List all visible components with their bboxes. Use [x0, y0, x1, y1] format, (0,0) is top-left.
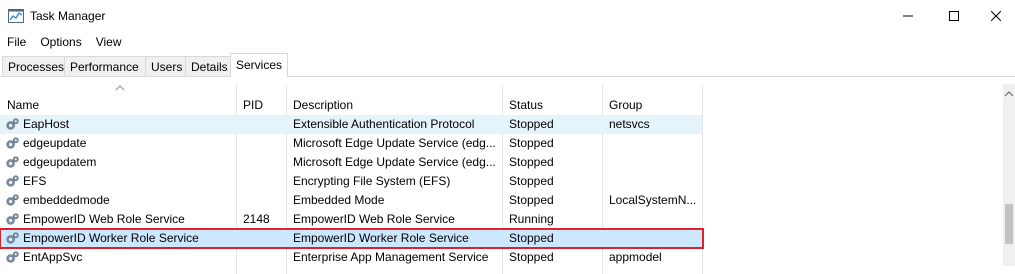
- tab-users[interactable]: Users: [145, 56, 186, 76]
- table-row-selected[interactable]: EmpowerID Worker Role Service EmpowerID …: [0, 228, 704, 249]
- service-status: Stopped: [509, 155, 554, 169]
- service-description: Embedded Mode: [293, 193, 385, 207]
- gear-icon: [6, 175, 19, 187]
- service-status: Running: [509, 212, 554, 226]
- service-status: Stopped: [509, 117, 554, 131]
- service-name: EntAppSvc: [23, 250, 83, 264]
- tab-performance[interactable]: Performance: [64, 56, 146, 76]
- service-pid: [243, 191, 285, 210]
- service-description: Microsoft Edge Update Service (edg...: [293, 136, 496, 150]
- window-title: Task Manager: [30, 9, 106, 23]
- service-description: Enterprise App Management Service: [293, 250, 489, 264]
- service-group: appmodel: [609, 250, 662, 264]
- table-row[interactable]: EFS Encrypting File System (EFS) Stopped: [0, 172, 702, 191]
- service-pid: [243, 248, 285, 267]
- menu-view[interactable]: View: [89, 33, 129, 51]
- scrollbar-thumb[interactable]: [1005, 204, 1013, 244]
- vertical-scrollbar[interactable]: [1003, 84, 1015, 266]
- service-group: [609, 210, 699, 229]
- service-pid: [243, 115, 285, 134]
- tab-processes[interactable]: Processes: [2, 56, 65, 76]
- service-name: EmpowerID Worker Role Service: [23, 231, 199, 245]
- service-pid: [243, 134, 285, 153]
- service-pid: 2148: [243, 212, 270, 226]
- menu-options[interactable]: Options: [33, 33, 88, 51]
- menu-bar: File Options View: [0, 33, 129, 51]
- service-status: Stopped: [509, 250, 554, 264]
- gear-icon: [6, 213, 19, 225]
- menu-file[interactable]: File: [0, 33, 33, 51]
- services-list: Name PID Description Status Group EapHos…: [0, 84, 1003, 274]
- table-row[interactable]: EntAppSvc Enterprise App Management Serv…: [0, 248, 702, 267]
- service-pid: [243, 229, 285, 248]
- task-manager-icon: [8, 9, 24, 23]
- service-name: embeddedmode: [23, 193, 110, 207]
- table-row[interactable]: edgeupdate Microsoft Edge Update Service…: [0, 134, 702, 153]
- table-row[interactable]: EapHost Extensible Authentication Protoc…: [0, 115, 702, 134]
- title-bar: Task Manager: [0, 0, 1015, 32]
- service-description: Extensible Authentication Protocol: [293, 117, 475, 131]
- service-name: EFS: [23, 174, 47, 188]
- service-group: netsvcs: [609, 117, 650, 131]
- gear-icon: [6, 232, 19, 244]
- service-description: EmpowerID Worker Role Service: [293, 231, 469, 245]
- gear-icon: [6, 251, 19, 263]
- maximize-button[interactable]: [931, 0, 977, 32]
- service-description: Microsoft Edge Update Service (edg...: [293, 155, 496, 169]
- tab-services[interactable]: Services: [230, 53, 288, 77]
- service-status: Stopped: [509, 231, 554, 245]
- service-name: edgeupdate: [23, 136, 87, 150]
- service-group: LocalSystemN...: [609, 193, 697, 207]
- service-group: [609, 153, 699, 172]
- gear-icon: [6, 118, 19, 130]
- service-name: edgeupdatem: [23, 155, 97, 169]
- service-description: Encrypting File System (EFS): [293, 174, 451, 188]
- table-row[interactable]: edgeupdatem Microsoft Edge Update Servic…: [0, 153, 702, 172]
- minimize-icon: [903, 15, 913, 17]
- service-pid: [243, 172, 285, 191]
- close-button[interactable]: [977, 0, 1015, 32]
- service-pid: [243, 153, 285, 172]
- maximize-icon: [949, 11, 959, 21]
- gear-icon: [6, 156, 19, 168]
- service-group: [609, 172, 699, 191]
- table-row[interactable]: EmpowerID Web Role Service 2148 EmpowerI…: [0, 210, 702, 229]
- service-status: Stopped: [509, 193, 554, 207]
- service-name: EmpowerID Web Role Service: [23, 212, 185, 226]
- gear-icon: [6, 194, 19, 206]
- service-group: [609, 134, 699, 153]
- service-group: [609, 229, 699, 248]
- tab-strip: Processes Performance Users Details Serv…: [0, 53, 1015, 77]
- close-icon: [991, 11, 1001, 21]
- minimize-button[interactable]: [885, 0, 931, 32]
- tab-details[interactable]: Details: [185, 56, 231, 76]
- gear-icon: [6, 137, 19, 149]
- scroll-up-arrow-icon[interactable]: [1003, 90, 1015, 98]
- service-name: EapHost: [23, 117, 70, 131]
- service-description: EmpowerID Web Role Service: [293, 212, 455, 226]
- service-status: Stopped: [509, 136, 554, 150]
- service-status: Stopped: [509, 174, 554, 188]
- table-row[interactable]: embeddedmode Embedded Mode Stopped Local…: [0, 191, 702, 210]
